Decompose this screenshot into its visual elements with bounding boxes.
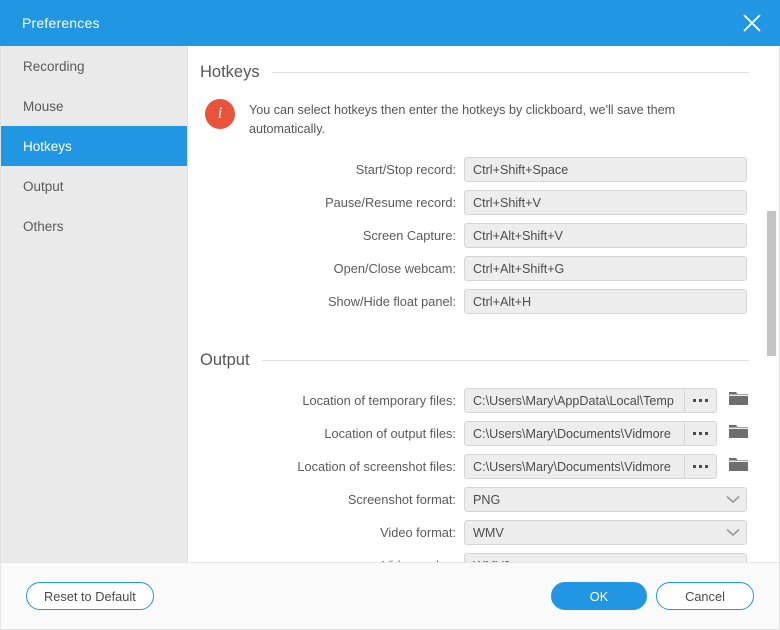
open-folder-button-temporary-files[interactable] xyxy=(728,390,749,411)
hotkeys-notice: i You can select hotkeys then enter the … xyxy=(205,99,749,139)
ellipsis-icon xyxy=(693,465,696,468)
window-titlebar: Preferences xyxy=(0,0,780,46)
hotkey-input-screen-capture[interactable]: Ctrl+Alt+Shift+V xyxy=(464,223,747,248)
hotkey-row-start-stop-record: Start/Stop record: Ctrl+Shift+Space xyxy=(200,153,749,186)
info-icon: i xyxy=(205,99,235,129)
hotkey-input-show-hide-float-panel[interactable]: Ctrl+Alt+H xyxy=(464,289,747,314)
select-value: PNG xyxy=(473,493,500,507)
row-label: Pause/Resume record: xyxy=(200,195,464,210)
preferences-window: Preferences Recording Mouse Hotkeys Outp… xyxy=(0,0,780,630)
hotkey-input-open-close-webcam[interactable]: Ctrl+Alt+Shift+G xyxy=(464,256,747,281)
select-value: WMV xyxy=(473,526,504,540)
section-divider xyxy=(272,72,749,73)
ellipsis-icon xyxy=(699,399,702,402)
row-label: Open/Close webcam: xyxy=(200,261,464,276)
folder-icon xyxy=(729,423,748,444)
output-section-title: Output xyxy=(200,351,250,370)
row-label: Video format: xyxy=(200,525,464,540)
path-input-screenshot-files[interactable]: C:\Users\Mary\Documents\Vidmore xyxy=(464,454,684,479)
section-spacer xyxy=(200,318,749,334)
browse-button-output-files[interactable] xyxy=(684,421,718,446)
row-label: Screenshot format: xyxy=(200,492,464,507)
path-row-temporary-files: Location of temporary files: C:\Users\Ma… xyxy=(200,384,749,417)
select-row-screenshot-format: Screenshot format: PNG xyxy=(200,483,749,516)
row-label: Video codec: xyxy=(200,558,464,562)
browse-button-screenshot-files[interactable] xyxy=(684,454,718,479)
hotkey-row-open-close-webcam: Open/Close webcam: Ctrl+Alt+Shift+G xyxy=(200,252,749,285)
window-body: Recording Mouse Hotkeys Output Others Ho… xyxy=(0,46,780,562)
sidebar-item-output[interactable]: Output xyxy=(1,166,187,206)
ellipsis-icon xyxy=(693,399,696,402)
row-label: Start/Stop record: xyxy=(200,162,464,177)
row-label: Location of temporary files: xyxy=(200,393,464,408)
settings-content: Hotkeys i You can select hotkeys then en… xyxy=(188,46,779,562)
sidebar-item-label: Hotkeys xyxy=(23,139,72,154)
window-title: Preferences xyxy=(22,15,100,31)
sidebar-item-others[interactable]: Others xyxy=(1,206,187,246)
ellipsis-icon xyxy=(699,432,702,435)
select-row-video-format: Video format: WMV xyxy=(200,516,749,549)
sidebar-item-label: Output xyxy=(23,179,64,194)
ellipsis-icon xyxy=(705,465,708,468)
chevron-down-icon xyxy=(726,559,740,563)
ellipsis-icon xyxy=(699,465,702,468)
settings-sidebar: Recording Mouse Hotkeys Output Others xyxy=(1,46,188,562)
select-screenshot-format[interactable]: PNG xyxy=(464,487,747,512)
output-rows: Location of temporary files: C:\Users\Ma… xyxy=(200,384,749,562)
path-row-output-files: Location of output files: C:\Users\Mary\… xyxy=(200,417,749,450)
ellipsis-icon xyxy=(705,399,708,402)
hotkey-row-pause-resume-record: Pause/Resume record: Ctrl+Shift+V xyxy=(200,186,749,219)
select-row-video-codec: Video codec: WMV9 xyxy=(200,549,749,562)
ellipsis-icon xyxy=(705,432,708,435)
content-scrollbar[interactable] xyxy=(767,46,776,562)
chevron-down-icon xyxy=(726,526,740,540)
folder-icon xyxy=(729,456,748,477)
row-label: Screen Capture: xyxy=(200,228,464,243)
ellipsis-icon xyxy=(693,432,696,435)
scrollbar-thumb[interactable] xyxy=(767,211,776,356)
hotkeys-notice-text: You can select hotkeys then enter the ho… xyxy=(249,99,719,139)
section-divider xyxy=(262,360,749,361)
browse-button-temporary-files[interactable] xyxy=(684,388,718,413)
row-label: Location of output files: xyxy=(200,426,464,441)
sidebar-item-recording[interactable]: Recording xyxy=(1,46,187,86)
sidebar-item-label: Others xyxy=(23,219,64,234)
output-section-header: Output xyxy=(200,334,749,370)
folder-icon xyxy=(729,390,748,411)
select-video-format[interactable]: WMV xyxy=(464,520,747,545)
select-value: WMV9 xyxy=(473,559,511,563)
sidebar-item-mouse[interactable]: Mouse xyxy=(1,86,187,126)
reset-to-default-button[interactable]: Reset to Default xyxy=(26,582,154,610)
open-folder-button-output-files[interactable] xyxy=(728,423,749,444)
sidebar-item-label: Mouse xyxy=(23,99,64,114)
chevron-down-icon xyxy=(726,493,740,507)
path-input-temporary-files[interactable]: C:\Users\Mary\AppData\Local\Temp xyxy=(464,388,684,413)
open-folder-button-screenshot-files[interactable] xyxy=(728,456,749,477)
dialog-footer: Reset to Default OK Cancel xyxy=(0,562,780,630)
hotkeys-section-header: Hotkeys xyxy=(200,46,749,82)
close-icon xyxy=(741,12,763,34)
hotkey-row-show-hide-float-panel: Show/Hide float panel: Ctrl+Alt+H xyxy=(200,285,749,318)
cancel-button[interactable]: Cancel xyxy=(656,582,754,610)
close-button[interactable] xyxy=(724,0,780,46)
hotkey-row-screen-capture: Screen Capture: Ctrl+Alt+Shift+V xyxy=(200,219,749,252)
sidebar-item-label: Recording xyxy=(23,59,85,74)
hotkey-input-pause-resume-record[interactable]: Ctrl+Shift+V xyxy=(464,190,747,215)
select-video-codec[interactable]: WMV9 xyxy=(464,553,747,562)
settings-content-pane: Hotkeys i You can select hotkeys then en… xyxy=(188,46,779,562)
row-label: Show/Hide float panel: xyxy=(200,294,464,309)
path-row-screenshot-files: Location of screenshot files: C:\Users\M… xyxy=(200,450,749,483)
ok-button[interactable]: OK xyxy=(551,582,647,610)
path-input-output-files[interactable]: C:\Users\Mary\Documents\Vidmore xyxy=(464,421,684,446)
hotkeys-rows: Start/Stop record: Ctrl+Shift+Space Paus… xyxy=(200,153,749,318)
sidebar-item-hotkeys[interactable]: Hotkeys xyxy=(1,126,187,166)
hotkey-input-start-stop-record[interactable]: Ctrl+Shift+Space xyxy=(464,157,747,182)
hotkeys-section-title: Hotkeys xyxy=(200,63,260,82)
row-label: Location of screenshot files: xyxy=(200,459,464,474)
